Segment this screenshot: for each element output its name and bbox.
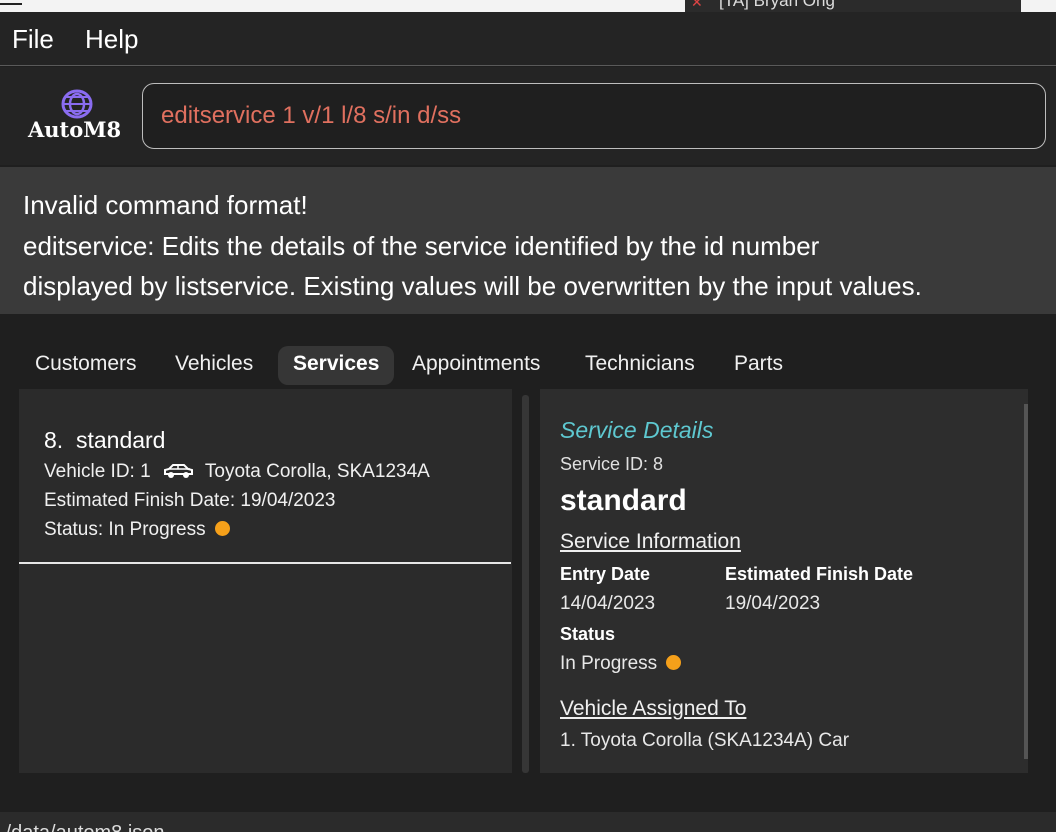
car-icon — [163, 464, 193, 478]
entry-date-label: Entry Date — [560, 564, 651, 584]
tab-parts[interactable]: Parts — [719, 346, 798, 385]
command-box — [142, 83, 1046, 149]
status-value: In Progress — [560, 653, 658, 674]
service-status-line: Status: In Progress — [44, 519, 230, 541]
service-card-title: 8. standard — [44, 427, 165, 454]
command-input[interactable] — [161, 99, 1031, 133]
finish-date-label: Estimated Finish Date — [725, 564, 914, 584]
pin-icon: ✕ — [691, 0, 703, 10]
status-dot-icon — [666, 655, 682, 670]
vehicle-id: Vehicle ID: 1 — [44, 461, 151, 482]
tab-appointments[interactable]: Appointments — [397, 346, 555, 385]
app-logo: AutoM8 — [22, 89, 132, 147]
entry-date-value: 14/04/2023 — [560, 593, 656, 614]
command-row: AutoM8 — [0, 67, 1056, 165]
tab-technicians[interactable]: Technicians — [570, 346, 710, 385]
finish-date-value: 19/04/2023 — [725, 593, 821, 614]
service-card[interactable]: 8. standard Vehicle ID: 1 Toyota Corolla… — [19, 389, 511, 564]
result-line: Invalid command format! — [23, 190, 308, 220]
details-service-id: Service ID: 8 — [560, 454, 664, 474]
data-file-path: ./data/autom8.json — [0, 822, 165, 832]
status-bar: ./data/autom8.json — [0, 812, 1056, 832]
service-status: Status: In Progress — [44, 519, 206, 540]
popup-text: [TA] Bryan Ong — [719, 0, 835, 10]
tab-services[interactable]: Services — [278, 346, 395, 385]
service-list-panel: 8. standard Vehicle ID: 1 Toyota Corolla… — [19, 389, 512, 773]
status-dot-icon — [214, 521, 230, 536]
window-title-popup: ✕ [TA] Bryan Ong — [685, 0, 1021, 12]
service-information-heading: Service Information — [560, 530, 741, 553]
tire-icon — [61, 89, 93, 119]
result-line: displayed by listservice. Existing value… — [23, 271, 922, 301]
logo-text: AutoM8 — [28, 117, 122, 142]
menu-file[interactable]: File — [12, 24, 54, 55]
status-value-line: In Progress — [560, 653, 682, 675]
result-line: editservice: Edits the details of the se… — [23, 230, 820, 261]
vehicle-assigned-value: 1. Toyota Corolla (SKA1234A) Car — [560, 730, 850, 751]
service-index: 8. — [44, 427, 64, 453]
details-heading: Service Details — [560, 417, 714, 443]
tab-customers[interactable]: Customers — [20, 346, 152, 385]
service-name: standard — [75, 427, 166, 453]
menu-help[interactable]: Help — [85, 24, 138, 55]
tab-vehicles[interactable]: Vehicles — [160, 346, 268, 385]
result-display[interactable]: Invalid command format! editservice: Edi… — [0, 167, 1056, 314]
service-vehicle-line: Vehicle ID: 1 Toyota Corolla, SKA1234A — [44, 461, 430, 483]
details-scrollbar[interactable] — [1024, 404, 1028, 759]
panel-splitter[interactable] — [522, 395, 529, 773]
details-service-name: standard — [560, 484, 687, 517]
status-label: Status — [560, 624, 616, 644]
menu-bar: File Help — [0, 12, 1056, 66]
vehicle-name: Toyota Corolla, SKA1234A — [204, 461, 430, 482]
tab-bar: Customers Vehicles Services Appointments… — [0, 330, 1056, 388]
dash-mark — [0, 3, 22, 5]
service-details-panel: Service Details Service ID: 8 standard S… — [540, 389, 1028, 773]
service-finish-date: Estimated Finish Date: 19/04/2023 — [44, 490, 336, 511]
vehicle-assigned-heading: Vehicle Assigned To — [560, 697, 747, 720]
